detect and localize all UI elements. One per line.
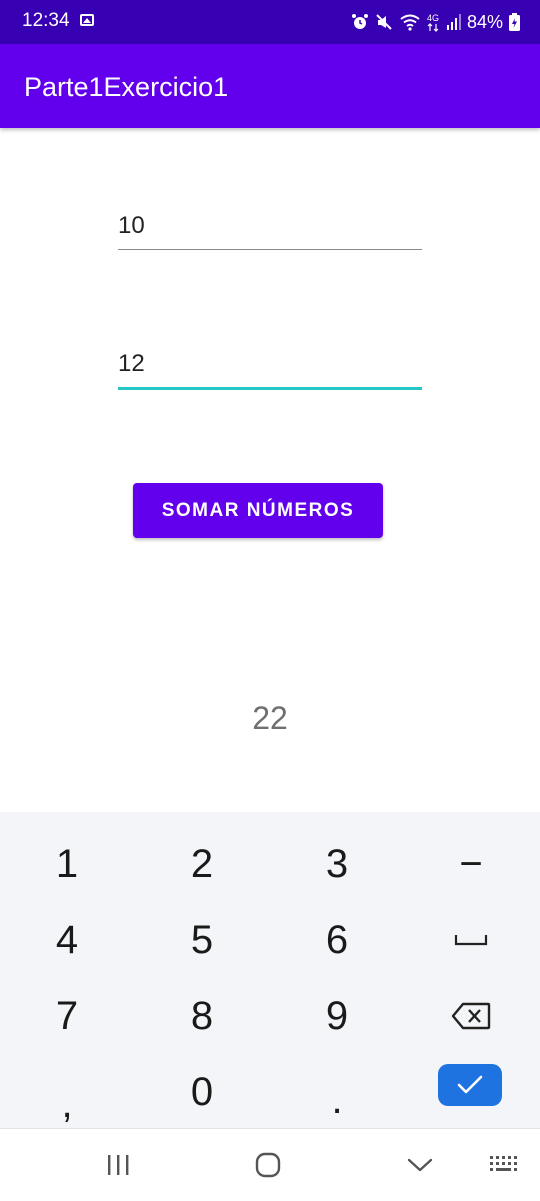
numeric-keyboard: 1 2 3 − 4 5 6 7 8 9 , 0 .: [0, 812, 540, 1128]
4g-icon: 4G: [427, 13, 439, 32]
app-title: Parte1Exercicio1: [24, 72, 229, 102]
sum-numbers-button[interactable]: SOMAR NÚMEROS: [133, 483, 383, 538]
key-7[interactable]: 7: [0, 978, 134, 1054]
wifi-icon: [400, 14, 420, 31]
home-icon: [255, 1152, 281, 1178]
recents-button[interactable]: [78, 1129, 158, 1201]
hide-keyboard-button[interactable]: [380, 1129, 460, 1201]
status-icons: 4G 84%: [351, 8, 520, 36]
home-button[interactable]: [228, 1129, 308, 1201]
key-1-label: 1: [55, 841, 79, 886]
key-2[interactable]: 2: [135, 826, 269, 902]
number1-input[interactable]: 10: [118, 212, 422, 250]
result-text: 22: [252, 700, 288, 736]
key-comma[interactable]: ,: [0, 1054, 134, 1130]
svg-text:4G: 4G: [427, 13, 439, 23]
key-comma-label: ,: [61, 1081, 73, 1126]
key-4[interactable]: 4: [0, 902, 134, 978]
key-8[interactable]: 8: [135, 978, 269, 1054]
alarm-icon: [351, 14, 368, 29]
app-bar: Parte1Exercicio1: [0, 44, 540, 128]
battery-charging-icon: [509, 13, 520, 31]
signal-icon: [446, 14, 461, 30]
key-dot[interactable]: .: [270, 1054, 404, 1130]
key-5[interactable]: 5: [135, 902, 269, 978]
navigation-bar: [0, 1128, 540, 1201]
key-9-label: 9: [325, 993, 349, 1038]
key-minus[interactable]: −: [404, 826, 538, 902]
key-0[interactable]: 0: [135, 1054, 269, 1130]
key-6[interactable]: 6: [270, 902, 404, 978]
battery-percent: 84%: [466, 11, 503, 32]
keyboard-switch-icon: [490, 1156, 517, 1171]
status-bar: 12:34 4G 84%: [0, 0, 540, 44]
key-space[interactable]: [404, 902, 538, 978]
key-5-label: 5: [190, 917, 214, 962]
space-icon: [454, 935, 488, 946]
key-3[interactable]: 3: [270, 826, 404, 902]
key-1[interactable]: 1: [0, 826, 134, 902]
key-6-label: 6: [325, 917, 349, 962]
number2-value: 12: [118, 350, 145, 377]
hide-keyboard-icon: [407, 1158, 433, 1172]
key-0-label: 0: [190, 1069, 214, 1114]
key-4-label: 4: [55, 917, 79, 962]
keyboard-switch-button[interactable]: [465, 1129, 540, 1201]
done-key[interactable]: [438, 1064, 502, 1106]
number1-underline: [118, 249, 422, 250]
key-3-label: 3: [325, 841, 349, 886]
number1-value: 10: [118, 212, 145, 239]
key-9[interactable]: 9: [270, 978, 404, 1054]
backspace-icon: [451, 1002, 491, 1030]
status-time: 12:34: [22, 10, 70, 31]
key-backspace[interactable]: [404, 978, 538, 1054]
photo-icon: [80, 14, 94, 26]
check-icon: [457, 1075, 483, 1094]
key-8-label: 8: [190, 993, 214, 1038]
recents-icon: [108, 1155, 129, 1175]
key-2-label: 2: [190, 841, 214, 886]
number2-input[interactable]: 12: [118, 350, 422, 390]
key-minus-label: −: [459, 841, 483, 886]
number2-underline: [118, 387, 422, 390]
mute-icon: [376, 14, 392, 30]
key-7-label: 7: [55, 993, 79, 1038]
key-dot-label: .: [331, 1077, 343, 1122]
